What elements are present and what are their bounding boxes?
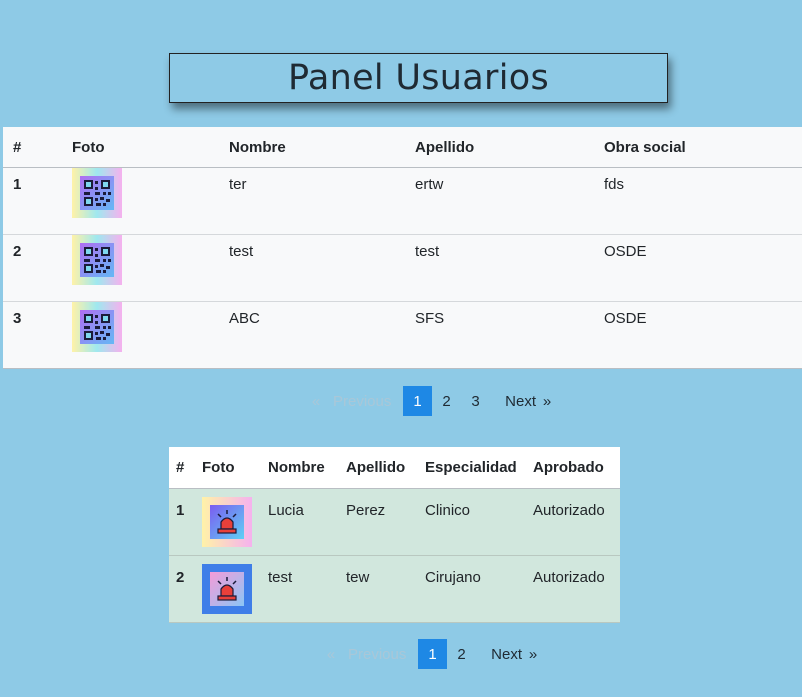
nombre-cell: Lucia [268, 488, 346, 556]
photo-cell [72, 234, 229, 302]
header-foto: Foto [72, 127, 229, 168]
prev-arrow: « [326, 645, 336, 663]
aprobado-cell: Autorizado [533, 555, 620, 623]
header-obra-social: Obra social [604, 127, 802, 168]
photo-cell [202, 488, 268, 556]
siren-icon[interactable] [202, 496, 252, 547]
page-title: Panel Usuarios [288, 58, 549, 98]
photo-cell [72, 301, 229, 369]
header-aprobado: Aprobado [533, 447, 620, 489]
photo-cell [202, 555, 268, 623]
header-num: # [3, 127, 72, 168]
apellido-cell: Perez [346, 488, 425, 556]
apellido-cell: tew [346, 555, 425, 623]
page-1-button[interactable]: 1 [418, 639, 447, 669]
header-especialidad: Especialidad [425, 447, 533, 489]
table-row: 2 test tew Cirujano Autorizado [169, 555, 620, 623]
previous-button[interactable]: Previous [327, 386, 403, 416]
users-table-header: # Foto Nombre Apellido Obra social [3, 127, 802, 168]
doctors-table-header: # Foto Nombre Apellido Especialidad Apro… [169, 447, 620, 489]
siren-icon[interactable] [202, 563, 252, 614]
page-2-button[interactable]: 2 [447, 639, 476, 669]
especialidad-cell: Clinico [425, 488, 533, 556]
next-arrow[interactable]: » [522, 639, 544, 669]
header-foto: Foto [202, 447, 268, 489]
row-number: 3 [3, 301, 72, 369]
next-button[interactable]: Next [476, 639, 522, 669]
especialidad-cell: Cirujano [425, 555, 533, 623]
table-row: 2 test test OSDE [3, 234, 802, 302]
header-apellido: Apellido [415, 127, 604, 168]
table-row: 1 Lucia Perez Clinico Autorizado [169, 488, 620, 556]
row-number: 1 [3, 167, 72, 235]
qr-code-icon[interactable] [72, 301, 122, 352]
row-number: 2 [169, 555, 202, 623]
apellido-cell: SFS [415, 301, 604, 369]
page-2-button[interactable]: 2 [432, 386, 461, 416]
row-number: 1 [169, 488, 202, 556]
apellido-cell: ertw [415, 167, 604, 235]
table-row: 3 ABC SFS OSDE [3, 301, 802, 369]
prev-arrow: « [311, 392, 321, 410]
page-3-button[interactable]: 3 [461, 386, 490, 416]
aprobado-cell: Autorizado [533, 488, 620, 556]
nombre-cell: test [229, 234, 415, 302]
previous-button[interactable]: Previous [342, 639, 418, 669]
obra-social-cell: fds [604, 167, 802, 235]
header-nombre: Nombre [229, 127, 415, 168]
nombre-cell: test [268, 555, 346, 623]
nombre-cell: ter [229, 167, 415, 235]
photo-cell [72, 167, 229, 235]
header-apellido: Apellido [346, 447, 425, 489]
header-num: # [169, 447, 202, 489]
obra-social-cell: OSDE [604, 301, 802, 369]
header-nombre: Nombre [268, 447, 346, 489]
qr-code-icon[interactable] [72, 234, 122, 285]
qr-code-icon[interactable] [72, 167, 122, 218]
doctors-table: # Foto Nombre Apellido Especialidad Apro… [169, 447, 620, 623]
next-arrow[interactable]: » [536, 386, 558, 416]
apellido-cell: test [415, 234, 604, 302]
table-row: 1 ter ertw fds [3, 167, 802, 235]
page-title-box: Panel Usuarios [169, 53, 668, 103]
obra-social-cell: OSDE [604, 234, 802, 302]
users-pagination: « Previous 1 2 3 Next » [305, 386, 558, 416]
next-button[interactable]: Next [490, 386, 536, 416]
users-table: # Foto Nombre Apellido Obra social 1 ter… [3, 127, 802, 369]
nombre-cell: ABC [229, 301, 415, 369]
row-number: 2 [3, 234, 72, 302]
doctors-pagination: « Previous 1 2 Next » [320, 639, 544, 669]
page-1-button[interactable]: 1 [403, 386, 432, 416]
